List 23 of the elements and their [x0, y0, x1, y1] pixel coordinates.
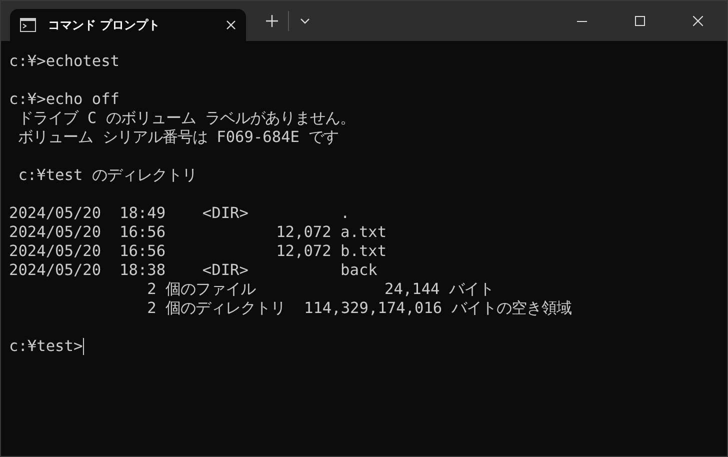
maximize-icon — [635, 16, 645, 26]
terminal-line: 2024/05/20 16:56 12,072 a.txt — [9, 223, 387, 242]
terminal-line: c:¥>echo off — [9, 90, 120, 109]
terminal-line: c:¥test のディレクトリ — [17, 166, 197, 185]
tab-title: コマンド プロンプト — [48, 16, 162, 34]
terminal-line: c:¥>echotest — [9, 52, 120, 71]
close-tab-button[interactable] — [226, 20, 236, 30]
text-cursor — [82, 338, 84, 355]
command-prompt: c:¥test> — [9, 337, 83, 356]
terminal-line: ドライブ C のボリューム ラベルがありません。 — [17, 109, 356, 128]
chevron-down-icon — [300, 18, 310, 24]
terminal-line: 2024/05/20 18:38 <DIR> back — [9, 261, 378, 280]
terminal-line: 2 個のファイル 24,144 バイト — [146, 280, 494, 299]
terminal-line: 2024/05/20 18:49 <DIR> . — [9, 204, 350, 223]
plus-icon — [266, 15, 278, 27]
terminal-line: ボリューム シリアル番号は F069-684E です — [17, 128, 339, 147]
minimize-icon — [577, 20, 587, 22]
terminal-line: 2 個のディレクトリ 114,329,174,016 バイトの空き領域 — [146, 299, 572, 318]
close-icon — [693, 16, 703, 26]
terminal-icon — [20, 18, 36, 32]
terminal-line: 2024/05/20 16:56 12,072 b.txt — [9, 242, 387, 261]
terminal-tab[interactable]: コマンド プロンプト — [10, 9, 246, 41]
close-icon — [226, 20, 236, 30]
